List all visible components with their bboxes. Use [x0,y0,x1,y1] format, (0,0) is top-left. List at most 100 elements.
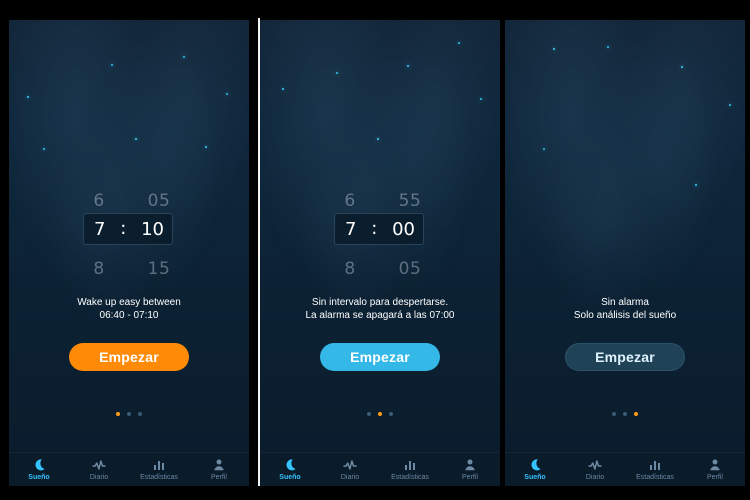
selected-time[interactable]: 7 : 00 [334,213,424,245]
pulse-icon [343,460,357,470]
tab-diary[interactable]: Diario [565,453,625,486]
star-decoration [111,64,113,66]
hour-above: 6 [93,191,105,211]
selected-time[interactable]: 7 : 10 [83,213,173,245]
bottom-tab-bar: Sueño Diario Estadísticas Perfil [9,452,249,486]
hour-value: 7 [345,218,357,240]
star-decoration [282,88,284,90]
sleep-screen-1: 6 05 7 : 10 8 15 Wake up easy between 06… [9,20,249,486]
time-separator: : [371,218,378,239]
message-line-2: La alarma se apagará a las 07:00 [305,310,455,321]
star-decoration [226,93,228,95]
hour-above: 6 [344,191,356,211]
star-decoration [480,98,482,100]
tab-profile[interactable]: Perfil [685,453,745,486]
bar-chart-icon [154,461,164,470]
tab-label: Perfil [462,474,478,481]
tab-label: Estadísticas [636,474,674,481]
page-dot [127,412,131,416]
no-alarm-message: Sin alarma Solo análisis del sueño [505,296,745,322]
star-decoration [607,46,609,48]
minute-value: 10 [141,218,164,240]
start-button[interactable]: Empezar [565,343,685,371]
bar-chart-icon [405,461,415,470]
time-row-below: 8 15 [81,258,177,280]
star-decoration [377,138,379,140]
tab-profile[interactable]: Perfil [440,453,500,486]
time-picker[interactable]: 6 55 7 : 00 8 05 [332,190,428,280]
page-dot-active [116,412,120,416]
page-dot-active [378,412,382,416]
star-decoration [135,138,137,140]
start-button[interactable]: Empezar [320,343,440,371]
star-decoration [553,48,555,50]
page-dot [623,412,627,416]
user-icon [214,459,224,471]
tab-diary[interactable]: Diario [69,453,129,486]
star-decoration [681,66,683,68]
star-decoration [183,56,185,58]
star-decoration [695,184,697,186]
hour-below: 8 [344,259,356,279]
time-row-below: 8 05 [332,258,428,280]
page-dot [138,412,142,416]
wake-window-message: Wake up easy between 06:40 - 07:10 [9,296,249,322]
star-decoration [729,104,731,106]
user-icon [710,459,720,471]
minute-above: 55 [398,191,422,211]
minute-below: 05 [398,259,422,279]
tab-label: Perfil [211,474,227,481]
hour-value: 7 [94,218,106,240]
bar-chart-icon [650,461,660,470]
page-dot-active [634,412,638,416]
time-row-above: 6 05 [81,190,177,212]
star-decoration [336,72,338,74]
message-line-1: Sin intervalo para despertarse. [311,297,449,308]
tab-label: Diario [89,474,109,481]
star-decoration [205,146,207,148]
tab-sleep[interactable]: Sueño [260,453,320,486]
tab-statistics[interactable]: Estadísticas [129,453,189,486]
message-line-2: Solo análisis del sueño [573,310,677,321]
page-indicator [505,410,745,418]
sleep-screen-2: 6 55 7 : 00 8 05 Sin intervalo para desp… [260,20,500,486]
tab-label: Sueño [279,474,301,481]
moon-icon [286,459,296,471]
time-picker[interactable]: 6 05 7 : 10 8 15 [81,190,177,280]
time-row-above: 6 55 [332,190,428,212]
message-line-1: Wake up easy between [77,297,181,308]
tab-statistics[interactable]: Estadísticas [380,453,440,486]
star-decoration [458,42,460,44]
page-dot [612,412,616,416]
sleep-screen-3: Sin alarma Solo análisis del sueño Empez… [505,20,745,486]
tab-diary[interactable]: Diario [320,453,380,486]
alarm-message: Sin intervalo para despertarse. La alarm… [260,296,500,322]
message-line-2: 06:40 - 07:10 [99,310,159,321]
star-decoration [27,96,29,98]
tab-sleep[interactable]: Sueño [9,453,69,486]
start-button[interactable]: Empezar [69,343,189,371]
minute-below: 15 [147,259,171,279]
moon-icon [35,459,45,471]
bottom-tab-bar: Sueño Diario Estadísticas Perfil [260,452,500,486]
tab-label: Estadísticas [140,474,178,481]
tab-profile[interactable]: Perfil [189,453,249,486]
page-dot [367,412,371,416]
tab-statistics[interactable]: Estadísticas [625,453,685,486]
page-indicator [260,410,500,418]
tab-label: Diario [585,474,605,481]
moon-icon [531,459,541,471]
minute-value: 00 [392,218,415,240]
tab-label: Estadísticas [391,474,429,481]
time-separator: : [120,218,127,239]
star-decoration [43,148,45,150]
pulse-icon [92,460,106,470]
tab-label: Diario [340,474,360,481]
pulse-icon [588,460,602,470]
page-dot [389,412,393,416]
tab-label: Perfil [707,474,723,481]
tab-sleep[interactable]: Sueño [505,453,565,486]
user-icon [465,459,475,471]
star-decoration [543,148,545,150]
message-line-1: Sin alarma [601,297,649,308]
